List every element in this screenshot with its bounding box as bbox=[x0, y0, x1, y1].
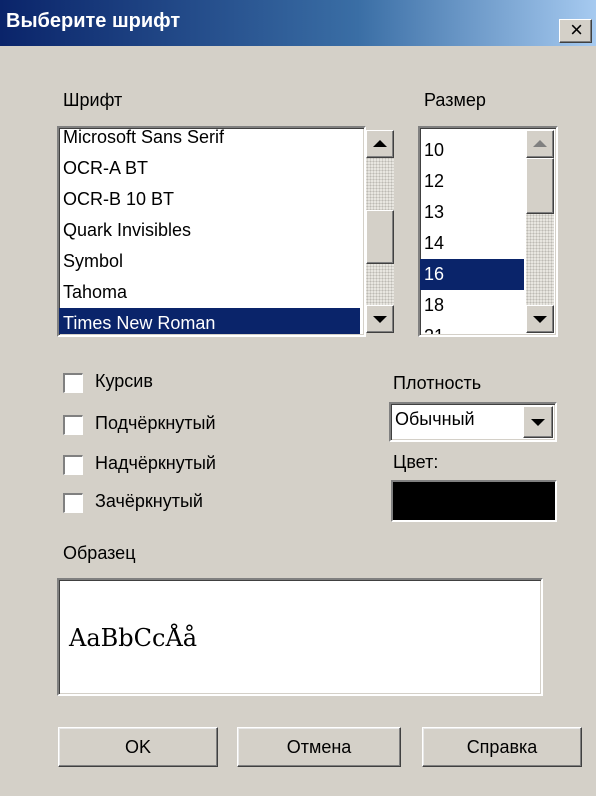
font-item-microsoft-sans-serif[interactable]: Microsoft Sans Serif bbox=[59, 127, 360, 153]
color-swatch[interactable] bbox=[391, 480, 557, 522]
italic-label[interactable]: Курсив bbox=[95, 371, 153, 392]
font-list: Microsoft Sans Serif OCR-A BT OCR-B 10 B… bbox=[59, 127, 360, 334]
weight-dropdown-button[interactable] bbox=[523, 406, 553, 438]
size-scroll-up-button[interactable] bbox=[526, 130, 554, 158]
font-scroll-down-button[interactable] bbox=[366, 305, 394, 333]
chevron-down-icon bbox=[531, 419, 545, 426]
sample-box: AaBbCcÅå bbox=[57, 578, 543, 696]
ok-button[interactable]: OK bbox=[58, 727, 218, 767]
size-item-21[interactable]: 21 bbox=[420, 321, 524, 334]
size-item-12[interactable]: 12 bbox=[420, 166, 524, 197]
font-item-ocr-a-bt[interactable]: OCR-A BT bbox=[59, 153, 360, 184]
size-scroll-thumb[interactable] bbox=[526, 158, 554, 214]
font-item-times-new-roman[interactable]: Times New Roman bbox=[59, 308, 360, 334]
strikethrough-label[interactable]: Зачёркнутый bbox=[95, 491, 203, 512]
font-item-quark-invisibles[interactable]: Quark Invisibles bbox=[59, 215, 360, 246]
close-button[interactable]: × bbox=[559, 17, 592, 43]
font-scroll-up-button[interactable] bbox=[366, 130, 394, 158]
down-arrow-icon bbox=[533, 316, 547, 323]
up-arrow-icon bbox=[533, 140, 547, 147]
size-item-14[interactable]: 14 bbox=[420, 228, 524, 259]
sample-label: Образец bbox=[63, 543, 136, 563]
font-scroll-thumb[interactable] bbox=[366, 210, 394, 264]
close-icon: × bbox=[570, 17, 583, 42]
color-label: Цвет: bbox=[393, 452, 439, 472]
size-item-16[interactable]: 16 bbox=[420, 259, 524, 290]
up-arrow-icon bbox=[373, 140, 387, 147]
underline-checkbox[interactable] bbox=[63, 415, 83, 435]
underline-label[interactable]: Подчёркнутый bbox=[95, 413, 216, 434]
weight-combobox[interactable]: Обычный bbox=[389, 402, 557, 442]
size-item-18[interactable]: 18 bbox=[420, 290, 524, 321]
cancel-button[interactable]: Отмена bbox=[237, 727, 401, 767]
down-arrow-icon bbox=[373, 316, 387, 323]
size-item-10[interactable]: 10 bbox=[420, 135, 524, 166]
overline-label[interactable]: Надчёркнутый bbox=[95, 453, 216, 474]
overline-checkbox[interactable] bbox=[63, 455, 83, 475]
font-item-symbol[interactable]: Symbol bbox=[59, 246, 360, 277]
italic-checkbox[interactable] bbox=[63, 373, 83, 393]
help-button[interactable]: Справка bbox=[422, 727, 582, 767]
size-item-13[interactable]: 13 bbox=[420, 197, 524, 228]
font-dialog: Выберите шрифт × Шрифт Microsoft Sans Se… bbox=[0, 0, 596, 796]
font-listbox[interactable]: Microsoft Sans Serif OCR-A BT OCR-B 10 B… bbox=[57, 126, 394, 337]
size-listbox[interactable]: 10 12 13 14 16 18 21 bbox=[418, 126, 558, 337]
sample-text: AaBbCcÅå bbox=[69, 624, 198, 652]
strikethrough-checkbox[interactable] bbox=[63, 493, 83, 513]
font-label: Шрифт bbox=[63, 90, 123, 110]
size-label: Размер bbox=[424, 90, 486, 110]
font-item-ocr-b-10-bt[interactable]: OCR-B 10 BT bbox=[59, 184, 360, 215]
dialog-title: Выберите шрифт bbox=[6, 10, 181, 32]
size-scroll-down-button[interactable] bbox=[526, 305, 554, 333]
weight-value: Обычный bbox=[395, 409, 475, 429]
title-bar: Выберите шрифт × bbox=[0, 0, 596, 46]
weight-label: Плотность bbox=[393, 373, 482, 393]
size-list: 10 12 13 14 16 18 21 bbox=[420, 127, 524, 334]
font-item-tahoma[interactable]: Tahoma bbox=[59, 277, 360, 308]
